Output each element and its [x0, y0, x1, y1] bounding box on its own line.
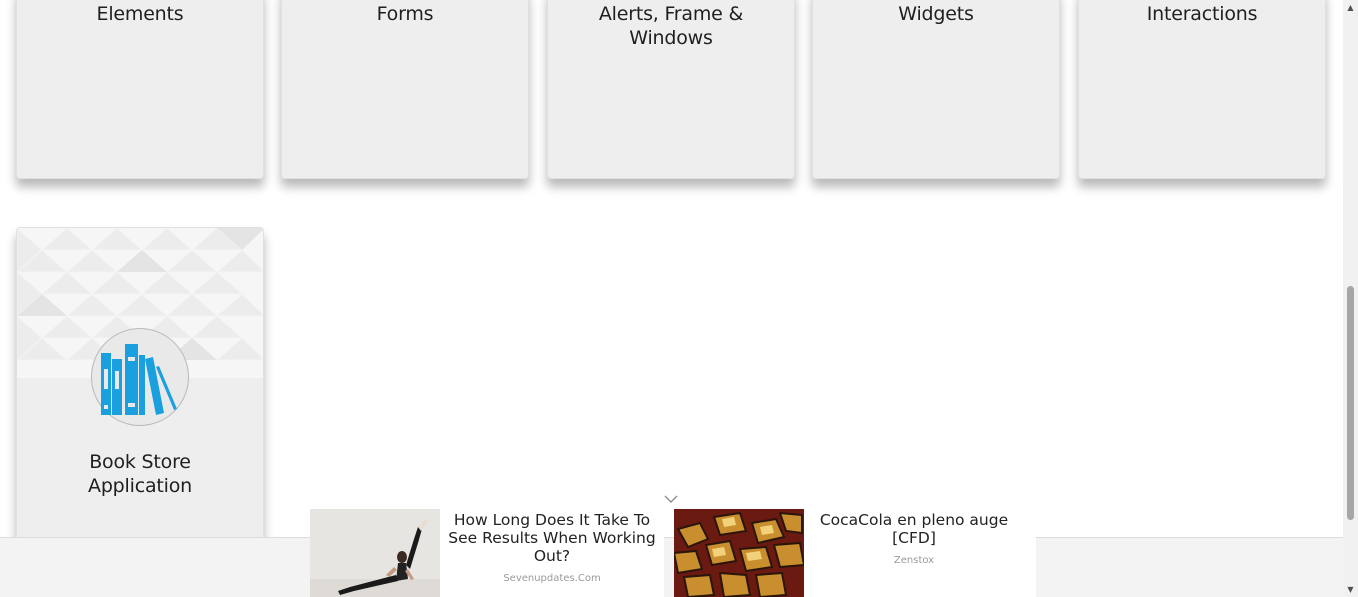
ad-image-cocacola — [674, 509, 804, 597]
woman-stretching-image — [310, 509, 440, 597]
card-title-elements: Elements — [96, 3, 184, 25]
ad-image-workout — [310, 509, 440, 597]
card-book-store-application[interactable]: Book Store Application — [16, 227, 264, 557]
card-elements[interactable]: Elements — [16, 0, 264, 179]
scroll-down-arrow-icon[interactable]: ▼ — [1343, 582, 1358, 597]
page-viewport: Elements Forms Alerts, Frame & Windows W… — [0, 0, 1343, 597]
card-title-forms: Forms — [376, 3, 434, 25]
vertical-scrollbar[interactable]: ▲ ▼ — [1343, 0, 1358, 597]
card-interactions[interactable]: Interactions — [1078, 0, 1326, 179]
books-icon-graphic — [101, 344, 177, 415]
chevron-down-icon[interactable] — [663, 491, 679, 507]
card-title-alerts: Alerts, Frame & Windows — [598, 3, 744, 49]
chevron-down-graphic — [664, 495, 678, 503]
card-title-widgets: Widgets — [898, 3, 974, 25]
ad-source-cocacola: Zenstox — [893, 555, 935, 566]
card-forms[interactable]: Forms — [281, 0, 529, 179]
scroll-up-arrow-icon[interactable]: ▲ — [1343, 0, 1358, 15]
ad-item-workout[interactable]: How Long Does It Take To See Results Whe… — [310, 509, 664, 597]
gold-nuggets-image — [674, 509, 804, 597]
card-widgets[interactable]: Widgets — [812, 0, 1060, 179]
card-title-book-store: Book Store Application — [88, 451, 192, 497]
books-icon — [91, 328, 189, 426]
ad-source-workout: Sevenupdates.Com — [503, 573, 601, 584]
ad-banner-bar — [0, 537, 1343, 597]
ad-title-cocacola: CocaCola en pleno auge [CFD] — [819, 511, 1009, 547]
scrollbar-thumb[interactable] — [1347, 286, 1354, 520]
card-title-interactions: Interactions — [1146, 3, 1258, 25]
ad-item-cocacola[interactable]: CocaCola en pleno auge [CFD] Zenstox — [674, 509, 1036, 597]
ad-title-workout: How Long Does It Take To See Results Whe… — [448, 511, 656, 565]
card-alerts-frame-windows[interactable]: Alerts, Frame & Windows — [547, 0, 795, 179]
